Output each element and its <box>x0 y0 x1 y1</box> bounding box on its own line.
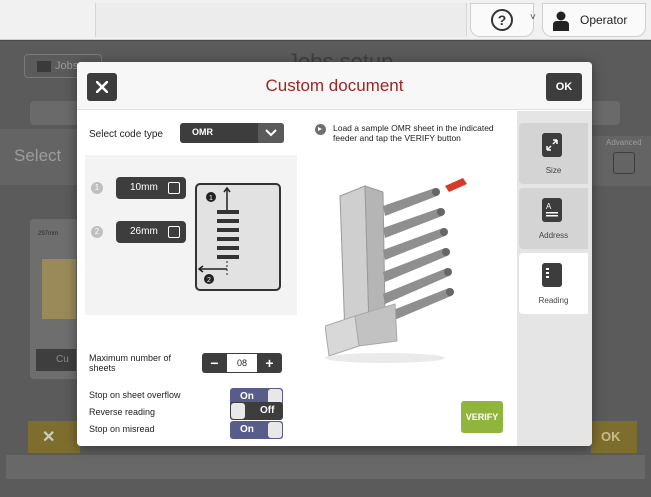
svg-text:A: A <box>546 202 552 211</box>
user-icon <box>553 11 569 31</box>
top-bar: ? ˅ Operator <box>0 0 651 40</box>
omr-marks-icon: 1 2 <box>197 186 239 284</box>
background-bottom-strip <box>6 455 645 479</box>
background-close-button: ✕ <box>28 421 80 453</box>
tab-address[interactable]: A Address <box>519 188 588 249</box>
keyboard-icon <box>168 226 180 238</box>
stop-misread-label: Stop on misread <box>89 424 155 434</box>
toggle-knob <box>268 422 282 438</box>
dimension-2-value: 26mm <box>130 226 158 237</box>
jobs-label: Jobs <box>55 60 79 72</box>
stop-overflow-label: Stop on sheet overflow <box>89 390 181 400</box>
settings-panel: Select code type OMR 1 10mm 2 26mm 1 2 M… <box>77 111 302 446</box>
document-card: 297mm Cu <box>30 219 80 379</box>
chevron-down-icon <box>258 123 284 143</box>
resize-icon <box>542 133 562 157</box>
document-card-button: Cu <box>36 349 76 371</box>
code-type-value: OMR <box>192 127 213 137</box>
keyboard-icon <box>168 182 180 194</box>
tab-size[interactable]: Size <box>519 123 588 184</box>
max-sheets-value[interactable]: 08 <box>227 354 257 372</box>
help-button[interactable]: ? <box>470 3 534 37</box>
verify-button[interactable]: VERIFY <box>461 401 503 433</box>
dimension-1-input[interactable]: 10mm <box>116 177 186 199</box>
grid-icon <box>37 61 51 72</box>
dimension-1-number: 1 <box>91 182 103 194</box>
ok-button[interactable]: OK <box>546 73 582 101</box>
custom-document-dialog: Custom document OK Select code type OMR … <box>77 62 592 446</box>
decrement-button[interactable]: − <box>202 353 227 373</box>
user-name: Operator <box>580 13 628 27</box>
user-button[interactable]: Operator <box>542 3 646 37</box>
tab-reading-label: Reading <box>538 296 569 305</box>
background-ok-button: OK <box>591 421 637 453</box>
stop-misread-state: On <box>240 424 254 435</box>
toggle-knob <box>231 403 245 419</box>
reverse-reading-state: Off <box>260 405 275 416</box>
document-card-label: 297mm <box>38 231 59 237</box>
code-type-select[interactable]: OMR <box>180 123 284 143</box>
tab-size-label: Size <box>545 166 562 175</box>
stop-misread-toggle[interactable]: On <box>230 421 283 439</box>
side-tabs: Size A Address Reading <box>517 111 592 446</box>
instruction-text: Load a sample OMR sheet in the indicated… <box>333 123 494 143</box>
document-icon <box>42 259 76 319</box>
gear-icon <box>613 152 635 174</box>
reverse-reading-label: Reverse reading <box>89 407 156 417</box>
address-icon: A <box>542 198 562 222</box>
reading-icon <box>542 263 562 287</box>
play-circle-icon <box>315 124 326 135</box>
increment-button[interactable]: + <box>257 353 282 373</box>
stop-overflow-state: On <box>240 391 254 402</box>
help-icon: ? <box>491 9 513 31</box>
max-sheets-label: Maximum number of sheets <box>89 353 172 373</box>
svg-text:2: 2 <box>207 277 211 284</box>
tab-reading[interactable]: Reading <box>519 253 588 314</box>
chevron-down-icon[interactable]: ˅ <box>530 12 540 26</box>
max-sheets-stepper: − 08 + <box>202 353 282 373</box>
advanced-label: Advanced <box>606 138 642 147</box>
omr-sheet-diagram: 1 2 <box>195 183 281 291</box>
instruction-panel: Load a sample OMR sheet in the indicated… <box>302 111 517 446</box>
dimension-2-number: 2 <box>91 226 103 238</box>
top-bar-field <box>95 3 467 37</box>
tab-address-label: Address <box>538 231 569 240</box>
dialog-title: Custom document <box>265 76 404 95</box>
background-select-label: Select <box>0 129 80 185</box>
dimension-2-input[interactable]: 26mm <box>116 221 186 243</box>
feeder-illustration <box>325 178 467 363</box>
code-type-label: Select code type <box>89 129 163 140</box>
reverse-reading-toggle[interactable]: Off <box>230 402 283 420</box>
dialog-header: Custom document OK <box>77 62 592 110</box>
svg-text:1: 1 <box>209 195 213 202</box>
advanced-panel: Advanced <box>588 136 651 186</box>
dimension-1-value: 10mm <box>130 182 158 193</box>
